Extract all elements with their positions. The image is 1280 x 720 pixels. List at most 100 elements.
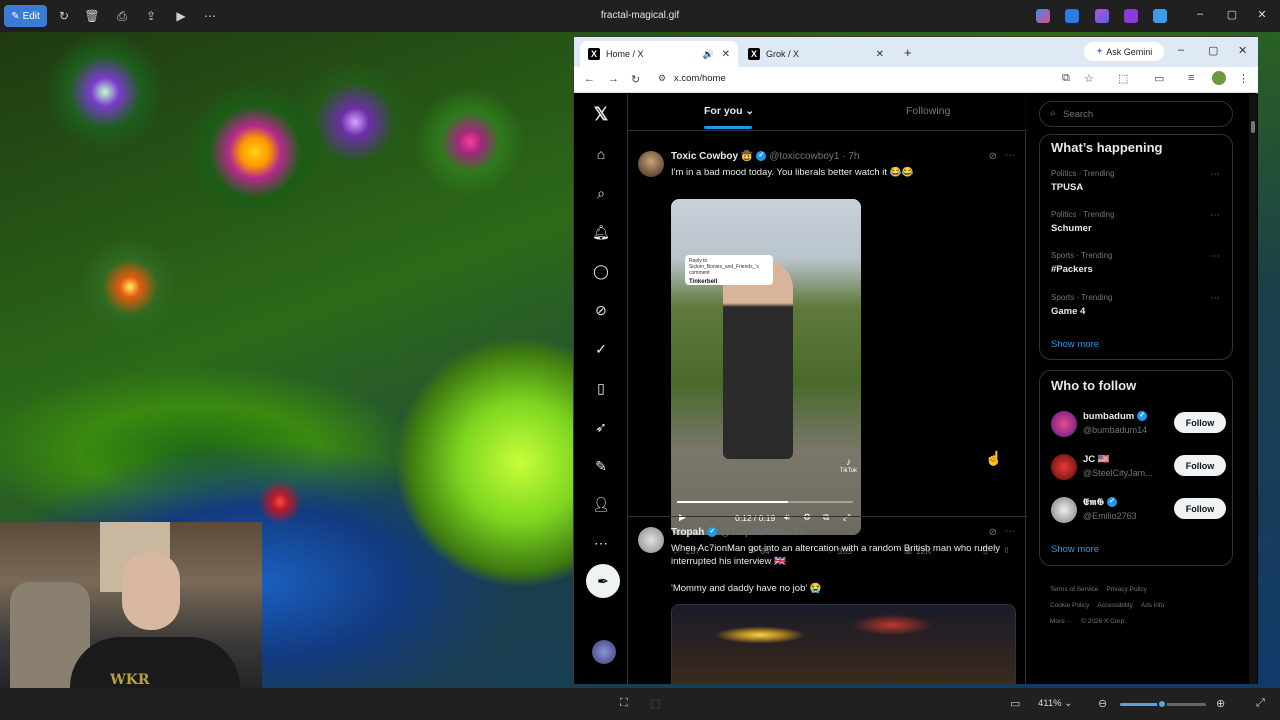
home-icon[interactable]: ⌂	[591, 144, 611, 164]
post-author[interactable]: Tropah ✓ @TropahPalm · 2h	[671, 527, 805, 538]
footer-link[interactable]: More ···	[1050, 618, 1073, 625]
app-icon-4[interactable]	[1124, 9, 1138, 23]
bookmarks-icon[interactable]: ▯	[591, 378, 611, 398]
new-tab-icon[interactable]: +	[904, 45, 912, 60]
avatar[interactable]	[1051, 497, 1077, 523]
account-avatar[interactable]	[592, 640, 616, 664]
slideshow-icon[interactable]: ▶	[173, 8, 189, 24]
footer-link[interactable]: Cookie Policy	[1050, 602, 1089, 609]
grok-icon[interactable]: ⊘	[591, 300, 611, 320]
footer-link[interactable]: Ads info	[1141, 602, 1165, 609]
verified-orgs-icon[interactable]: ✓	[591, 339, 611, 359]
actual-size-icon[interactable]: ▭	[1010, 697, 1020, 710]
tab-for-you[interactable]: For you ⌄	[704, 105, 754, 117]
trend-menu-icon[interactable]: ⋯	[1210, 169, 1220, 180]
profile-avatar-icon[interactable]	[1212, 71, 1226, 85]
avatar[interactable]	[1051, 411, 1077, 437]
post-menu-icon[interactable]: ⋯	[1005, 150, 1015, 161]
messages-icon[interactable]: ◯	[591, 261, 611, 281]
close-icon[interactable]: ✕	[1254, 8, 1270, 21]
share-icon[interactable]: ⇪	[143, 8, 159, 24]
post-menu-icon[interactable]: ⋯	[1005, 526, 1015, 537]
zoom-slider[interactable]	[1120, 699, 1206, 709]
close-tab-icon[interactable]: ✕	[876, 49, 884, 60]
follow-suggestion[interactable]: JC 🇺🇸 @SteelCityJam... Follow	[1051, 452, 1226, 482]
x-logo-icon[interactable]: 𝕏	[591, 104, 611, 124]
zoom-level[interactable]: 411% ⌄	[1038, 698, 1072, 709]
search-icon[interactable]: ⌕	[591, 183, 611, 203]
zoom-out-icon[interactable]: ⊖	[1098, 697, 1107, 710]
rotate-icon[interactable]: ↻	[56, 8, 72, 24]
avatar[interactable]	[638, 151, 664, 177]
follow-suggestion[interactable]: 𝕰𝖒𝕲 ✓ @Emilio2763 Follow	[1051, 495, 1226, 525]
expand-icon[interactable]: ⤢	[1256, 697, 1265, 710]
minimize-icon[interactable]: –	[1192, 8, 1208, 20]
more-options-icon[interactable]: ⋯	[202, 8, 218, 24]
play-icon[interactable]: ▶	[679, 512, 686, 523]
footer-link[interactable]: Accessibility	[1097, 602, 1132, 609]
follow-button[interactable]: Follow	[1174, 455, 1226, 476]
fit-icon[interactable]: ⛶	[620, 697, 628, 710]
browser-minimize-icon[interactable]: –	[1178, 44, 1184, 56]
extensions-icon[interactable]: ⬚	[1118, 72, 1128, 85]
reload-icon[interactable]: ↻	[631, 73, 640, 86]
avatar[interactable]	[1051, 454, 1077, 480]
maximize-icon[interactable]: ▢	[1224, 8, 1240, 21]
pip-icon[interactable]: ⧉	[823, 512, 829, 523]
crop-icon[interactable]: ⬚	[650, 697, 660, 710]
post-author[interactable]: Toxic Cowboy 🤠 ✓ @toxiccowboy1 · 7h	[671, 151, 859, 162]
fullscreen-icon[interactable]: ⤢	[843, 512, 850, 523]
settings-icon[interactable]: ⚙	[803, 512, 811, 523]
close-tab-icon[interactable]: ✕	[722, 49, 730, 60]
site-info-icon[interactable]: ⚙	[658, 73, 666, 84]
scrollbar[interactable]	[1249, 94, 1257, 684]
notifications-icon[interactable]: 🔔︎	[591, 222, 611, 242]
jobs-icon[interactable]: ➶	[591, 417, 611, 437]
app-icon-3[interactable]	[1095, 9, 1109, 23]
footer-link[interactable]: Terms of Service	[1050, 586, 1098, 593]
communities-icon[interactable]: ✎	[591, 456, 611, 476]
video-progress-bar[interactable]	[677, 501, 853, 503]
profile-icon[interactable]: 👤︎	[591, 494, 611, 514]
app-icon-5[interactable]	[1153, 9, 1167, 23]
forward-icon[interactable]: →	[608, 73, 619, 85]
tab-following[interactable]: Following	[906, 105, 950, 117]
trend-menu-icon[interactable]: ⋯	[1210, 210, 1220, 221]
install-app-icon[interactable]: ⧉	[1062, 72, 1070, 85]
scrollbar-thumb[interactable]	[1251, 121, 1255, 133]
compose-icon[interactable]: ✒	[586, 564, 620, 598]
zoom-slider-knob[interactable]	[1157, 699, 1168, 709]
show-more-link[interactable]: Show more	[1051, 339, 1099, 350]
media-control-icon[interactable]: ≡	[1188, 72, 1194, 84]
follow-button[interactable]: Follow	[1174, 498, 1226, 519]
volume-icon[interactable]: 🔊︎	[784, 512, 790, 523]
edit-button[interactable]: ✎ Edit	[4, 5, 47, 27]
trend-item[interactable]: Politics · Trending TPUSA ⋯	[1051, 169, 1226, 193]
follow-suggestion[interactable]: bumbadum ✓ @bumbadum14 Follow	[1051, 409, 1226, 439]
split-view-icon[interactable]: ▭	[1154, 72, 1164, 85]
avatar[interactable]	[638, 527, 664, 553]
back-icon[interactable]: ←	[584, 73, 595, 85]
app-icon-1[interactable]	[1036, 9, 1050, 23]
audio-icon[interactable]: 🔊	[703, 49, 714, 60]
print-icon[interactable]: ⎙	[114, 8, 130, 24]
follow-button[interactable]: Follow	[1174, 412, 1226, 433]
ask-gemini-button[interactable]: ✦ Ask Gemini	[1084, 42, 1164, 61]
browser-close-icon[interactable]: ✕	[1238, 44, 1247, 57]
footer-link[interactable]: Privacy Policy	[1106, 586, 1146, 593]
bookmark-star-icon[interactable]: ☆	[1084, 72, 1094, 85]
browser-maximize-icon[interactable]: ▢	[1208, 44, 1218, 57]
trend-item[interactable]: Sports · Trending #Packers ⋯	[1051, 251, 1226, 275]
trend-item[interactable]: Sports · Trending Game 4 ⋯	[1051, 293, 1226, 317]
tab-grok-x[interactable]: X Grok / X ✕	[740, 41, 892, 67]
delete-icon[interactable]: 🗑	[84, 8, 100, 24]
trend-menu-icon[interactable]: ⋯	[1210, 293, 1220, 304]
trend-menu-icon[interactable]: ⋯	[1210, 251, 1220, 262]
grok-explain-icon[interactable]: ⊘	[989, 527, 997, 538]
search-input[interactable]: ⌕ Search	[1039, 101, 1233, 127]
grok-explain-icon[interactable]: ⊘	[989, 151, 997, 162]
show-more-link[interactable]: Show more	[1051, 544, 1099, 555]
tab-home-x[interactable]: X Home / X 🔊 ✕	[580, 41, 738, 67]
more-icon[interactable]: ⋯	[591, 533, 611, 553]
browser-menu-icon[interactable]: ⋮	[1238, 72, 1249, 85]
